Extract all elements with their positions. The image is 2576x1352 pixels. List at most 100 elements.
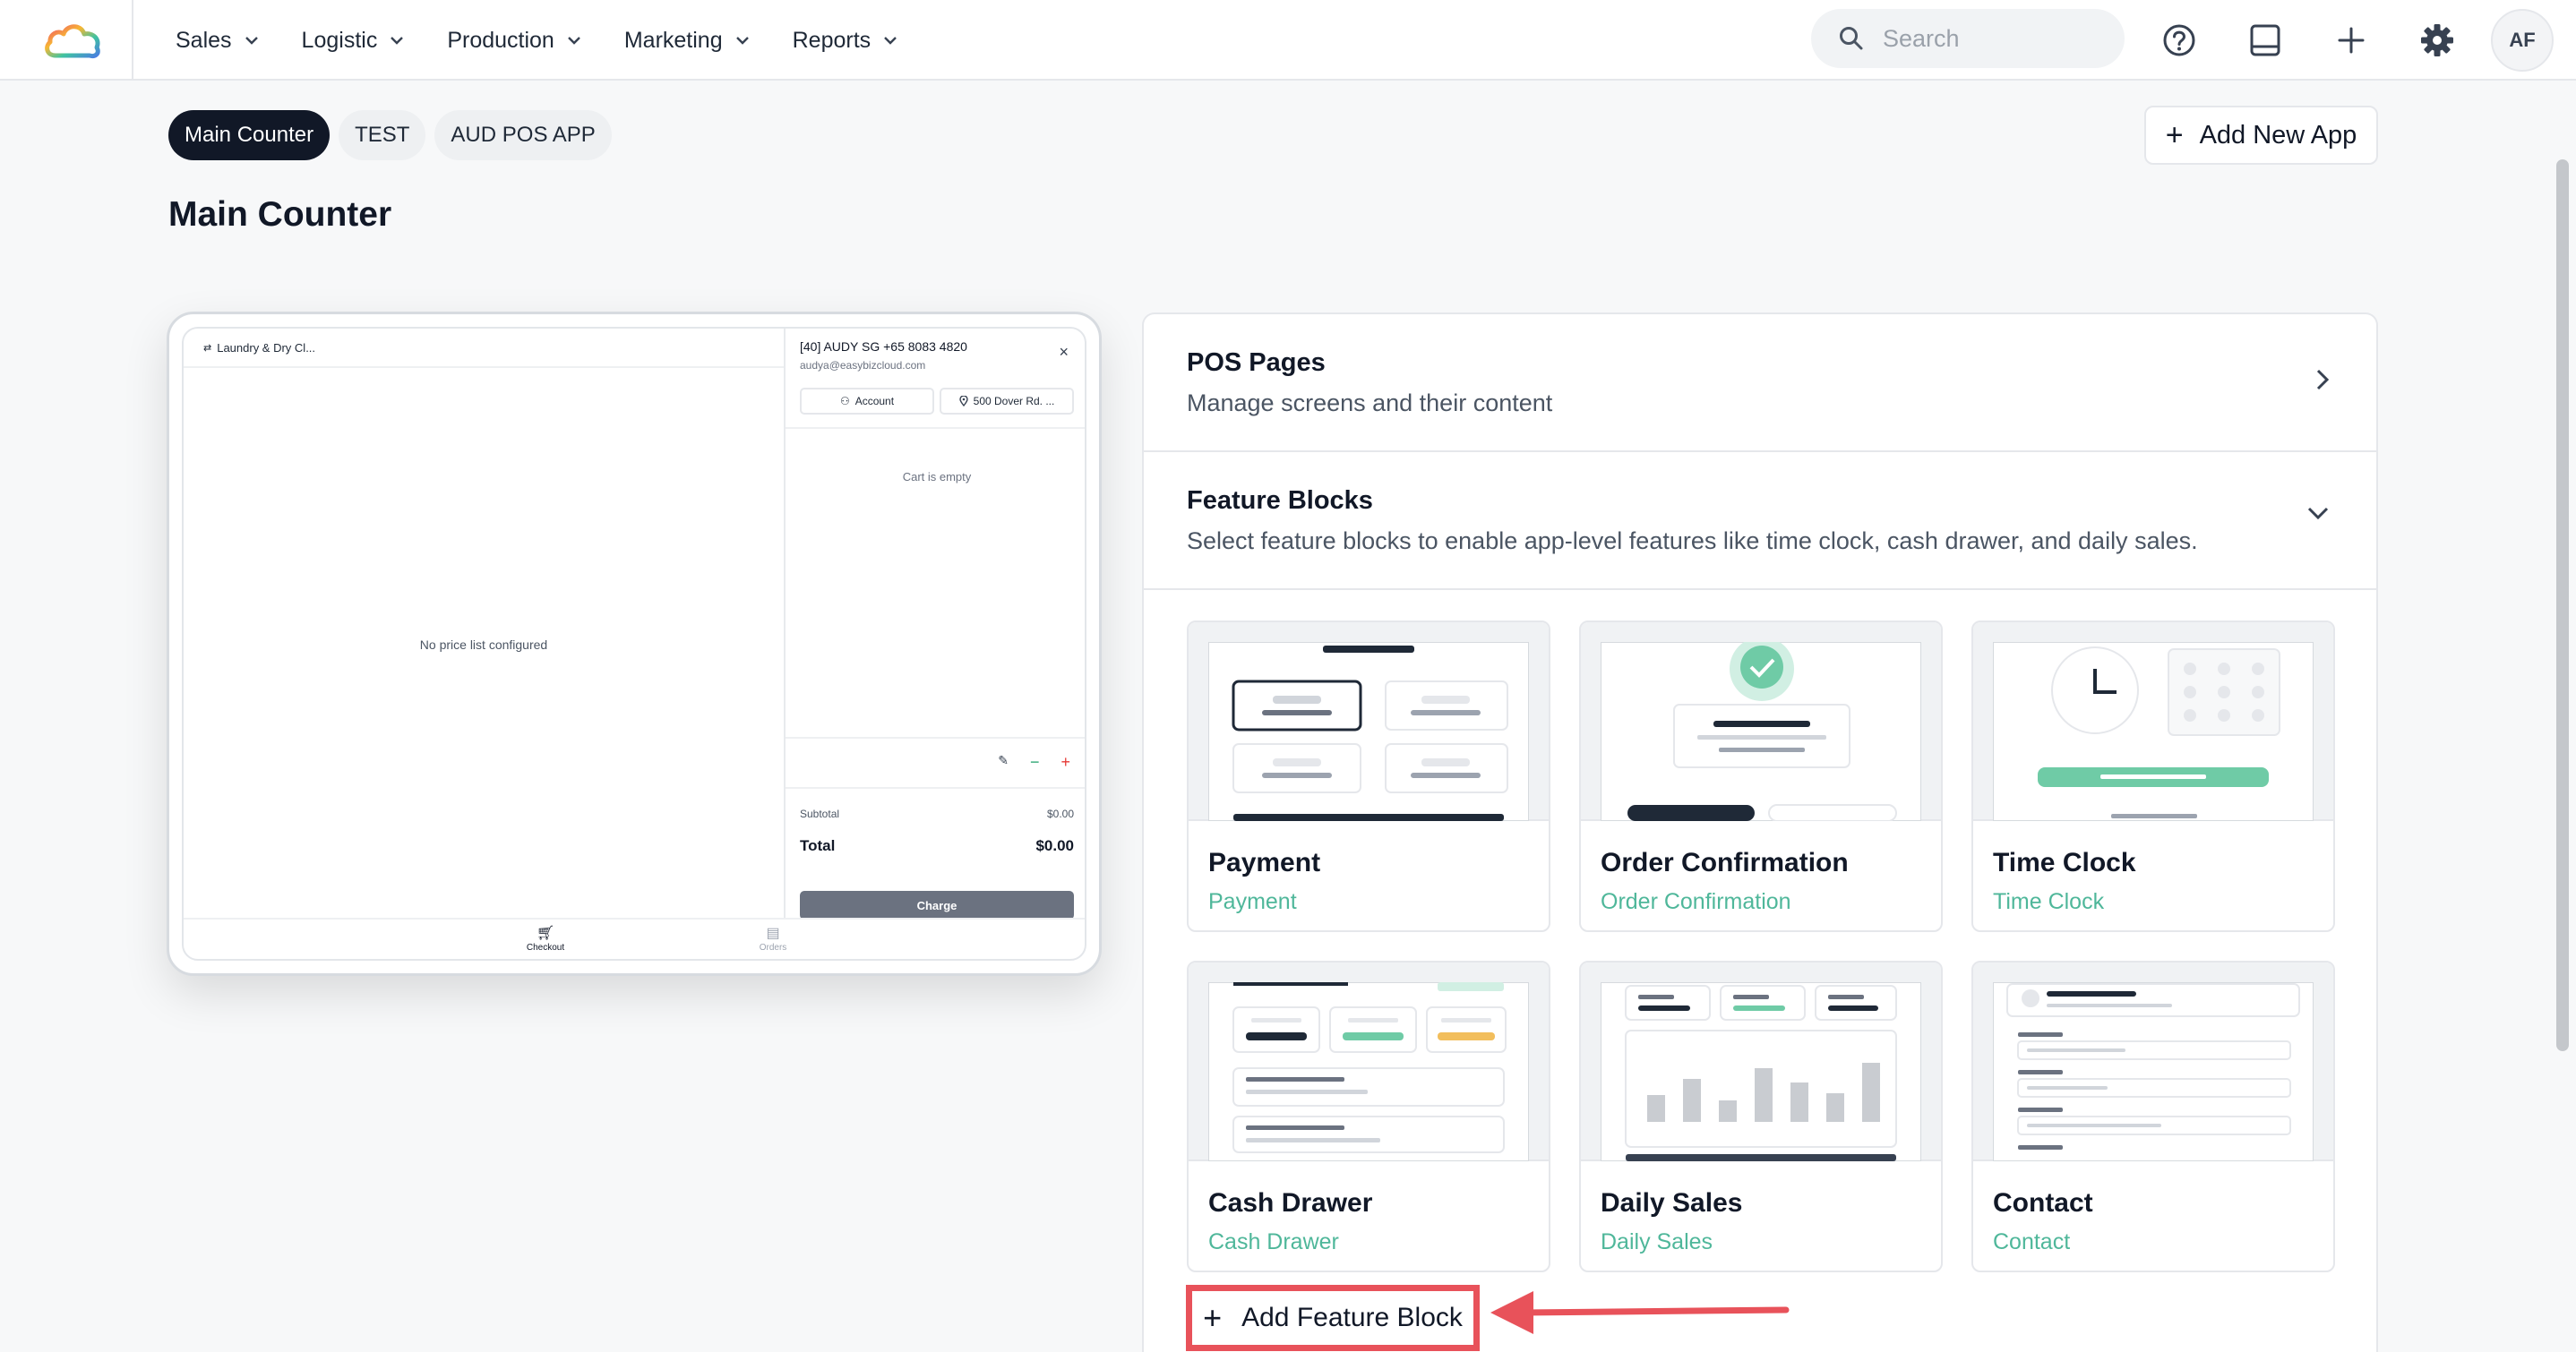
tab-test[interactable]: TEST bbox=[339, 110, 426, 160]
feature-blocks-section[interactable]: Feature Blocks Select feature blocks to … bbox=[1144, 452, 2376, 590]
daily-sales-thumbnail bbox=[1581, 963, 1941, 1161]
feature-card-title: Daily Sales bbox=[1601, 1188, 1743, 1218]
feature-card-title: Order Confirmation bbox=[1601, 848, 1849, 877]
tab-main-counter[interactable]: Main Counter bbox=[168, 110, 331, 160]
cart-tools: ✎ − + bbox=[998, 753, 1070, 772]
address-button-label: 500 Dover Rd. ... bbox=[973, 395, 1055, 407]
store-selector[interactable]: ⇄ Laundry & Dry Cl... bbox=[184, 329, 784, 368]
cash-drawer-thumbnail bbox=[1189, 963, 1549, 1161]
nav-marketing[interactable]: Marketing bbox=[624, 28, 750, 54]
chevron-right-icon bbox=[2316, 369, 2330, 390]
feature-card-title: Cash Drawer bbox=[1208, 1188, 1373, 1218]
pos-preview-screen: ⇄ Laundry & Dry Cl... No price list conf… bbox=[182, 327, 1086, 961]
feature-card-subtitle: Order Confirmation bbox=[1601, 889, 1791, 914]
cart-empty-message: Cart is empty bbox=[902, 470, 972, 483]
close-icon[interactable]: × bbox=[1059, 343, 1069, 362]
feature-blocks-description: Select feature blocks to enable app-leve… bbox=[1187, 527, 2198, 554]
plus-icon: + bbox=[1203, 1299, 1223, 1336]
time-clock-thumbnail bbox=[1973, 622, 2333, 821]
user-avatar[interactable]: AF bbox=[2491, 9, 2554, 72]
plus-icon[interactable]: + bbox=[1060, 753, 1070, 772]
add-new-app-button[interactable]: + Add New App bbox=[2144, 106, 2378, 165]
feature-card-time-clock[interactable]: Time Clock Time Clock bbox=[1971, 620, 2335, 932]
user-icon: ⚇ bbox=[839, 395, 850, 407]
price-list-area: ⇄ Laundry & Dry Cl... No price list conf… bbox=[184, 329, 786, 918]
charge-button[interactable]: Charge bbox=[800, 891, 1074, 920]
help-icon[interactable] bbox=[2157, 18, 2202, 63]
nav-sales[interactable]: Sales bbox=[176, 28, 259, 54]
swap-icon: ⇄ bbox=[203, 342, 212, 354]
total-row: Total $0.00 bbox=[800, 837, 1074, 855]
page-scrollbar[interactable] bbox=[2556, 159, 2569, 1051]
logo-divider bbox=[132, 0, 133, 81]
cart-divider bbox=[786, 737, 1085, 739]
nav-reports[interactable]: Reports bbox=[793, 28, 898, 54]
tab-aud-pos-app[interactable]: AUD POS APP bbox=[434, 110, 612, 160]
app-logo-icon[interactable] bbox=[41, 14, 104, 64]
contact-thumbnail bbox=[1973, 963, 2333, 1161]
chevron-down-icon bbox=[567, 37, 580, 45]
feature-card-subtitle: Time Clock bbox=[1993, 889, 2105, 914]
total-value: $0.00 bbox=[1035, 837, 1074, 854]
cart-panel: [40] AUDY SG +65 8083 4820 audya@easybiz… bbox=[786, 329, 1085, 920]
search-box[interactable] bbox=[1811, 9, 2125, 68]
nav-orders-label: Orders bbox=[759, 943, 787, 953]
feature-card-contact[interactable]: Contact Contact bbox=[1971, 961, 2335, 1272]
account-button[interactable]: ⚇ Account bbox=[800, 388, 934, 415]
feature-card-title: Payment bbox=[1208, 848, 1321, 877]
address-button[interactable]: 500 Dover Rd. ... bbox=[940, 388, 1074, 415]
nav-logistic-label: Logistic bbox=[301, 27, 378, 53]
feature-card-payment[interactable]: Payment Payment bbox=[1187, 620, 1550, 932]
tablet-icon[interactable] bbox=[2243, 18, 2288, 63]
nav-production[interactable]: Production bbox=[447, 28, 581, 54]
cart-icon: 🛒︎ bbox=[536, 926, 555, 941]
feature-card-subtitle: Payment bbox=[1208, 889, 1297, 914]
plus-icon[interactable] bbox=[2329, 18, 2374, 63]
nav-marketing-label: Marketing bbox=[623, 27, 723, 53]
order-confirmation-thumbnail bbox=[1581, 622, 1941, 821]
nav-checkout[interactable]: 🛒︎ Checkout bbox=[510, 925, 581, 953]
chevron-down-icon bbox=[2307, 507, 2329, 520]
note-icon[interactable]: ✎ bbox=[998, 753, 1009, 772]
main-nav: Sales Logistic Production Marketing Repo… bbox=[176, 0, 940, 81]
pos-device-preview: ⇄ Laundry & Dry Cl... No price list conf… bbox=[167, 312, 1102, 976]
cart-divider bbox=[786, 427, 1085, 429]
location-pin-icon bbox=[958, 396, 968, 406]
pos-pages-description: Manage screens and their content bbox=[1187, 389, 1553, 416]
subtotal-value: $0.00 bbox=[1046, 808, 1074, 820]
annotation-arrow-icon bbox=[1490, 1291, 1790, 1334]
pos-pages-title: POS Pages bbox=[1187, 348, 1326, 377]
search-icon bbox=[1840, 27, 1863, 50]
nav-sales-label: Sales bbox=[176, 27, 232, 53]
feature-card-cash-drawer[interactable]: Cash Drawer Cash Drawer bbox=[1187, 961, 1550, 1272]
orders-icon: ▤ bbox=[766, 926, 780, 941]
feature-card-title: Contact bbox=[1993, 1188, 2093, 1218]
add-feature-block-button[interactable]: + Add Feature Block bbox=[1186, 1285, 1480, 1351]
search-input[interactable] bbox=[1881, 23, 2096, 54]
feature-card-subtitle: Contact bbox=[1993, 1229, 2071, 1254]
cart-divider bbox=[786, 787, 1085, 789]
pos-pages-section[interactable]: POS Pages Manage screens and their conte… bbox=[1144, 314, 2376, 452]
feature-card-order-confirmation[interactable]: Order Confirmation Order Confirmation bbox=[1579, 620, 1943, 932]
page-title: Main Counter bbox=[168, 195, 392, 234]
pos-bottom-nav: 🛒︎ Checkout ▤ Orders bbox=[184, 918, 1085, 959]
nav-reports-label: Reports bbox=[792, 27, 872, 53]
no-price-list-message: No price list configured bbox=[419, 637, 548, 652]
add-new-app-label: Add New App bbox=[2199, 120, 2357, 150]
feature-card-subtitle: Daily Sales bbox=[1601, 1229, 1713, 1254]
minus-icon[interactable]: − bbox=[1030, 753, 1040, 772]
nav-production-label: Production bbox=[447, 27, 554, 53]
top-bar: Sales Logistic Production Marketing Repo… bbox=[0, 0, 2576, 81]
total-label: Total bbox=[800, 837, 836, 854]
store-name: Laundry & Dry Cl... bbox=[217, 340, 316, 355]
gear-icon[interactable] bbox=[2415, 18, 2460, 63]
chevron-down-icon bbox=[391, 37, 404, 45]
app-tabs: Main Counter TEST AUD POS APP bbox=[168, 110, 612, 160]
customer-name: [40] AUDY SG +65 8083 4820 bbox=[800, 339, 967, 354]
nav-logistic[interactable]: Logistic bbox=[302, 28, 405, 54]
add-feature-block-label: Add Feature Block bbox=[1241, 1303, 1463, 1332]
nav-orders[interactable]: ▤ Orders bbox=[737, 925, 809, 953]
nav-checkout-label: Checkout bbox=[526, 943, 565, 953]
feature-blocks-title: Feature Blocks bbox=[1187, 486, 1373, 515]
feature-card-daily-sales[interactable]: Daily Sales Daily Sales bbox=[1579, 961, 1943, 1272]
